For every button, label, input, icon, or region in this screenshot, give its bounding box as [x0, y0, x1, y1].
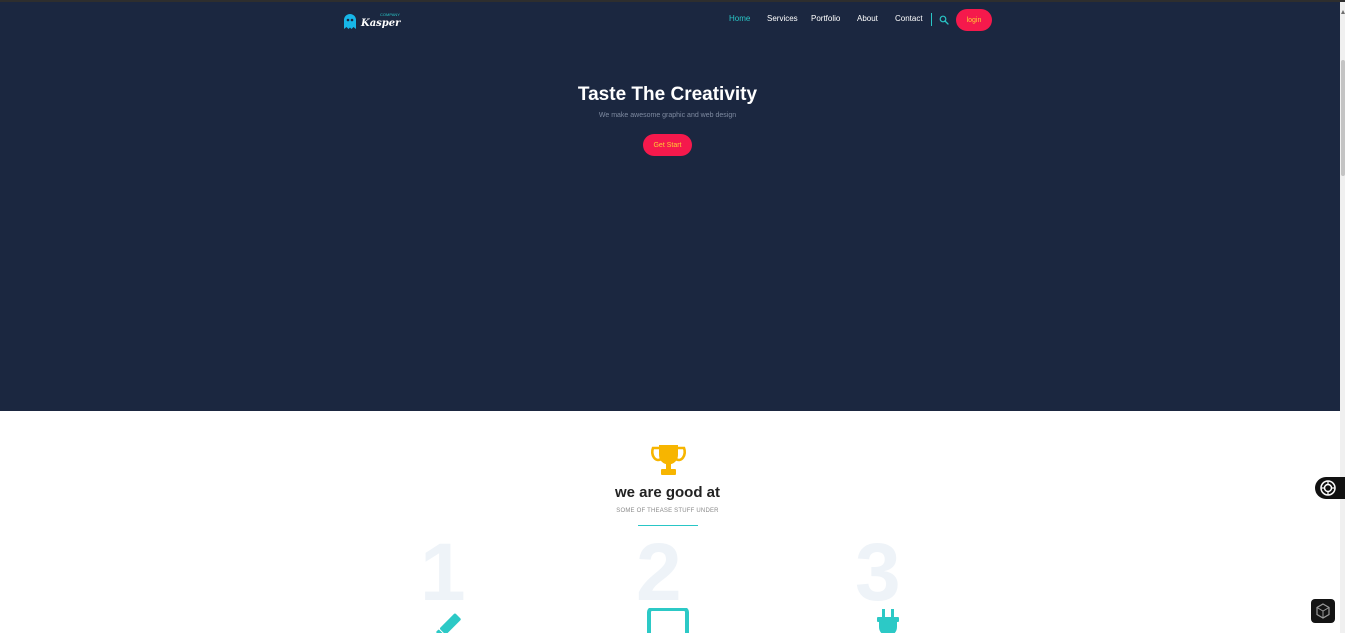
hero-section [0, 2, 1340, 411]
section-subtitle: SOME OF THEASE STUFF UNDER [616, 508, 719, 514]
nav-divider [931, 13, 932, 26]
trophy-icon [650, 445, 687, 475]
brand-name: Kasper [361, 17, 401, 29]
nav-item-home[interactable]: Home [729, 14, 750, 23]
hero-title: Taste The Creativity [577, 84, 758, 105]
floating-extension-widget[interactable] [1315, 477, 1345, 499]
aperture-icon [1320, 480, 1336, 496]
feature-number-3: 3 [855, 527, 901, 618]
nav-item-services[interactable]: Services [767, 14, 798, 23]
plug-icon [877, 609, 899, 633]
nav-item-about[interactable]: About [857, 14, 878, 23]
feature-number-2: 2 [636, 527, 682, 618]
corner-app-icon[interactable] [1311, 599, 1335, 623]
hero-subtitle: We make awesome graphic and web design [598, 112, 737, 119]
scroll-up-arrow-icon[interactable] [1341, 10, 1345, 14]
nav-item-portfolio[interactable]: Portfolio [811, 14, 840, 23]
get-start-button[interactable]: Get Start [643, 134, 692, 156]
brand-tagline: COMPANY [380, 12, 400, 17]
section-title: we are good at [614, 484, 721, 501]
login-button[interactable]: login [956, 9, 992, 31]
scrollbar-thumb[interactable] [1341, 60, 1345, 176]
feature-number-1: 1 [420, 527, 466, 618]
search-icon[interactable] [939, 15, 949, 25]
ghost-logo-icon [344, 14, 356, 29]
nav-item-contact[interactable]: Contact [895, 14, 923, 23]
section-underline [638, 525, 698, 526]
laptop-icon [647, 608, 689, 633]
cube-icon [1316, 603, 1330, 619]
pencil-icon [436, 613, 461, 633]
page-scrollbar[interactable] [1340, 2, 1345, 633]
